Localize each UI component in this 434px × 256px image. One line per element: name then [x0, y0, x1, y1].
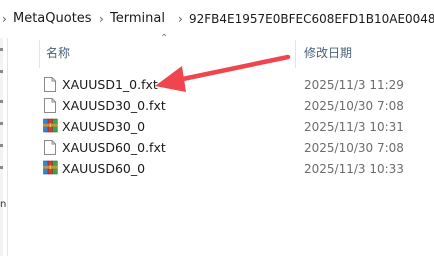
pane-divider[interactable] — [7, 38, 8, 256]
file-date-modified: 2025/11/3 10:33 — [304, 162, 404, 176]
file-name[interactable]: XAUUSD30_0.fxt — [62, 98, 166, 114]
nav-item-marker — [0, 70, 3, 73]
nav-item-marker — [0, 166, 3, 169]
breadcrumb-separator[interactable]: › — [178, 10, 183, 28]
file-date-modified: 2025/10/30 7:08 — [304, 141, 404, 155]
chevron-right-icon: › — [2, 12, 7, 26]
nav-item-marker — [0, 122, 3, 125]
nav-item-marker — [0, 48, 3, 51]
breadcrumb-metaquotes[interactable]: MetaQuotes — [13, 10, 92, 28]
sort-up-icon: ⌃ — [160, 33, 169, 44]
text-file-icon — [44, 98, 56, 113]
breadcrumb-terminal[interactable]: Terminal — [110, 10, 165, 28]
column-separator[interactable] — [39, 40, 40, 68]
nav-item-marker — [0, 144, 3, 147]
column-header-date-modified[interactable]: 修改日期 — [304, 45, 352, 61]
file-date-modified: 2025/10/30 7:08 — [304, 99, 404, 113]
breadcrumb-folder-id[interactable]: 92FB4E1957E0BFEC608EFD1B10AE0048 — [189, 10, 434, 28]
nav-item-marker — [0, 100, 3, 103]
file-date-modified: 2025/11/3 11:29 — [304, 78, 404, 92]
file-name[interactable]: XAUUSD1_0.fxt — [62, 77, 158, 93]
nav-item-label[interactable]: n — [0, 199, 6, 210]
file-name[interactable]: XAUUSD30_0 — [62, 119, 145, 135]
file-name[interactable]: XAUUSD60_0 — [62, 161, 145, 177]
breadcrumb-separator[interactable]: › — [416, 10, 421, 28]
address-bar[interactable]: › MetaQuotes › Terminal › 92FB4E1957E0BF… — [0, 0, 434, 38]
breadcrumb-separator[interactable]: › — [99, 10, 104, 28]
text-file-icon — [44, 140, 56, 155]
file-name[interactable]: XAUUSD60_0.fxt — [62, 140, 166, 156]
file-date-modified: 2025/11/3 10:31 — [304, 120, 404, 134]
column-separator[interactable] — [295, 40, 296, 68]
column-header-name[interactable]: 名称 — [46, 45, 70, 61]
text-file-icon — [44, 77, 56, 92]
archive-file-icon — [43, 160, 58, 175]
archive-file-icon — [43, 118, 58, 133]
